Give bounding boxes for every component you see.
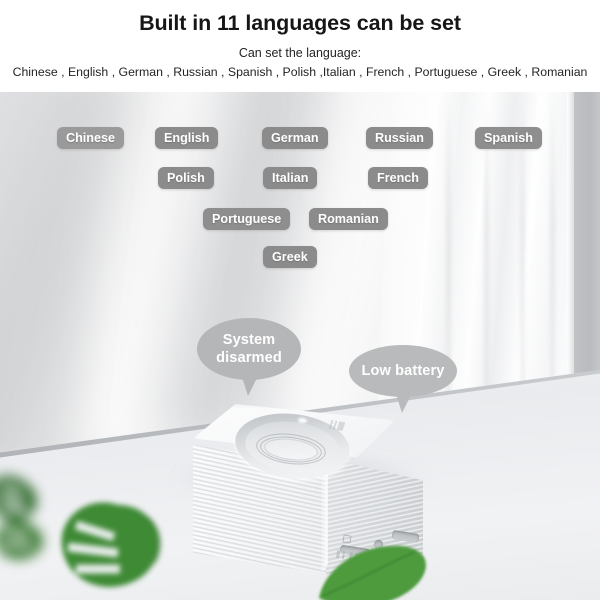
green-leaf-left (319, 545, 426, 600)
speech-bubble-low-battery: Low battery (349, 345, 457, 413)
language-badge-italian[interactable]: Italian (263, 167, 318, 189)
header-subtitle: Can set the language: (238, 46, 362, 60)
language-badge-spanish[interactable]: Spanish (475, 127, 542, 149)
language-badge-russian[interactable]: Russian (366, 127, 433, 149)
speech-bubble-tail-system-disarmed (241, 374, 259, 396)
header-banner: Built in 11 languages can be set Can set… (0, 0, 600, 92)
wall-corner-highlight (567, 92, 574, 422)
language-badge-french[interactable]: French (368, 167, 428, 189)
speech-bubble-system-disarmed: System disarmed (197, 318, 301, 396)
product-marketing-image: Built in 11 languages can be set Can set… (0, 0, 600, 600)
speech-bubble-text-low-battery: Low battery (349, 345, 457, 397)
language-badge-romanian[interactable]: Romanian (309, 208, 388, 230)
product-photo-scene: Chinese English German Russian Spanish Polish… (0, 92, 600, 600)
language-badge-chinese[interactable]: Chinese (57, 127, 124, 149)
speech-bubble-text-system-disarmed: System disarmed (197, 318, 301, 380)
language-badge-polish[interactable]: Polish (158, 167, 214, 189)
language-badge-german[interactable]: German (262, 127, 328, 149)
language-badge-greek[interactable]: Greek (263, 246, 317, 268)
header-language-list: Chinese , English , German , Russian , S… (12, 65, 588, 79)
page-title: Built in 11 languages can be set (139, 11, 461, 35)
language-badge-portuguese[interactable]: Portuguese (203, 208, 291, 230)
language-badge-english[interactable]: English (155, 127, 219, 149)
monstera-leaf-foreground (61, 502, 162, 587)
